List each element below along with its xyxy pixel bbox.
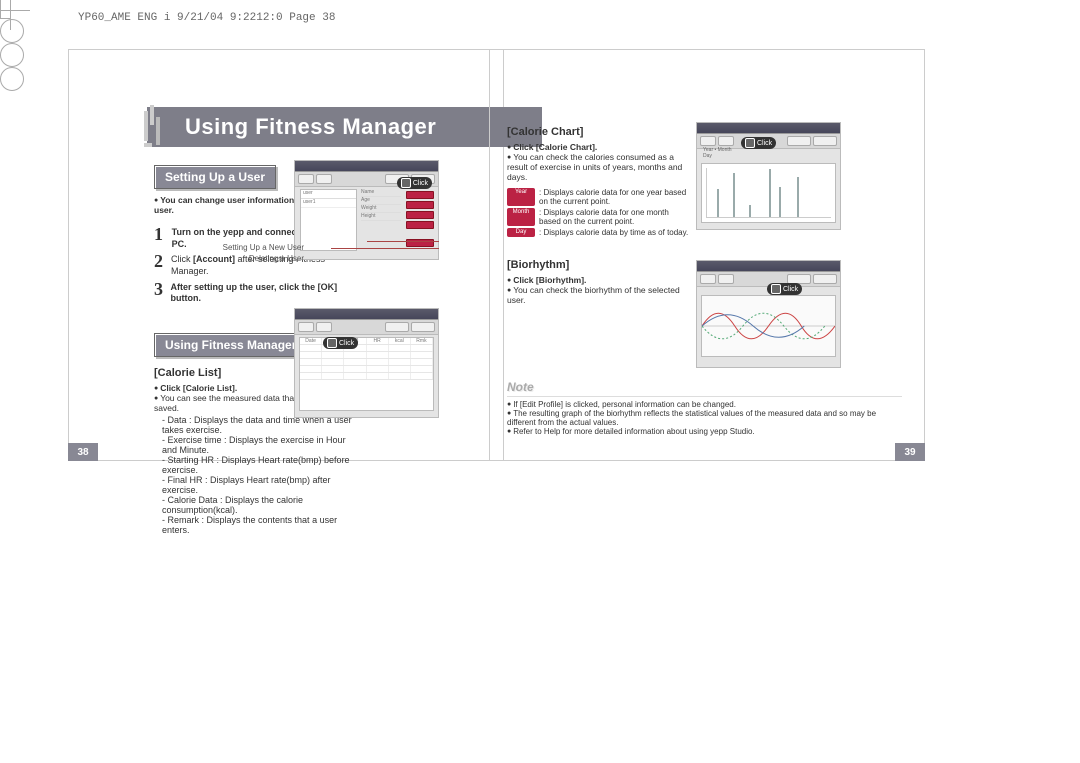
page-title: Using Fitness Manager (185, 114, 436, 140)
note-heading: Note (507, 380, 902, 394)
crop-mark (0, 19, 24, 43)
callout-line (331, 248, 439, 249)
biorhythm-heading: [Biorhythm] (507, 259, 692, 271)
title-ornament (144, 105, 174, 149)
cl-detail: Starting HR : Displays Heart rate(bmp) b… (154, 455, 354, 475)
screenshot-calorie-chart: Year • MonthDay Click (696, 122, 841, 230)
page-left: Using Fitness Manager Setting Up a User … (68, 49, 504, 461)
pdf-header: YP60_AME ENG i 9/21/04 9:2212:0 Page 38 (78, 12, 335, 24)
note-item: If [Edit Profile] is clicked, personal i… (507, 400, 902, 409)
bio-bullet-1: Click [Biorhythm]. (507, 275, 692, 285)
section-using-fitness-manager: Using Fitness Manager (154, 333, 307, 357)
biorhythm-curve-icon (702, 296, 835, 356)
screenshot-calorie-list: DateTimeHRHRkcalRmk Click (294, 308, 439, 418)
cc-row-year: Year : Displays calorie data for one yea… (507, 188, 692, 206)
crop-mark (0, 43, 24, 67)
click-callout: Click (767, 283, 802, 295)
note-item: Refer to Help for more detailed informat… (507, 427, 902, 436)
cl-detail: Final HR : Displays Heart rate(bmp) afte… (154, 475, 354, 495)
click-callout: Click (323, 337, 358, 349)
cc-bullet-2: You can check the calories consumed as a… (507, 152, 692, 182)
calorie-chart-heading: [Calorie Chart] (507, 126, 692, 138)
note-item: The resulting graph of the biorhythm ref… (507, 409, 902, 427)
screenshot-account-dialog: user user1 Name Age Weight Height Click (294, 160, 439, 260)
cc-row-month: Month : Displays calorie data for one mo… (507, 208, 692, 226)
page-number-left: 38 (68, 443, 98, 461)
cl-detail: Calorie Data : Displays the calorie cons… (154, 495, 354, 515)
step-3: 3 After setting up the user, click the [… (154, 280, 354, 305)
click-callout: Click (741, 137, 776, 149)
page-number-right: 39 (895, 443, 925, 461)
callout-line (367, 241, 439, 242)
page-right: [Calorie Chart] Click [Calorie Chart]. Y… (489, 49, 925, 461)
click-callout: Click (397, 177, 432, 189)
bio-bullet-2: You can check the biorhythm of the selec… (507, 285, 692, 305)
crop-mark (0, 67, 24, 91)
page-title-strip: Using Fitness Manager (147, 107, 542, 147)
cc-bullet-1: Click [Calorie Chart]. (507, 142, 692, 152)
cl-detail: Remark : Displays the contents that a us… (154, 515, 354, 535)
callout-delete-user: Deleting a User (229, 254, 304, 263)
section-setting-up-user: Setting Up a User (154, 165, 276, 189)
cl-detail: Exercise time : Displays the exercise in… (154, 435, 354, 455)
cc-row-day: Day : Displays calorie data by time as o… (507, 228, 692, 237)
cl-detail: Data : Displays the data and time when a… (154, 415, 354, 435)
callout-new-user: Setting Up a New User (214, 243, 304, 252)
screenshot-biorhythm: Click (696, 260, 841, 368)
